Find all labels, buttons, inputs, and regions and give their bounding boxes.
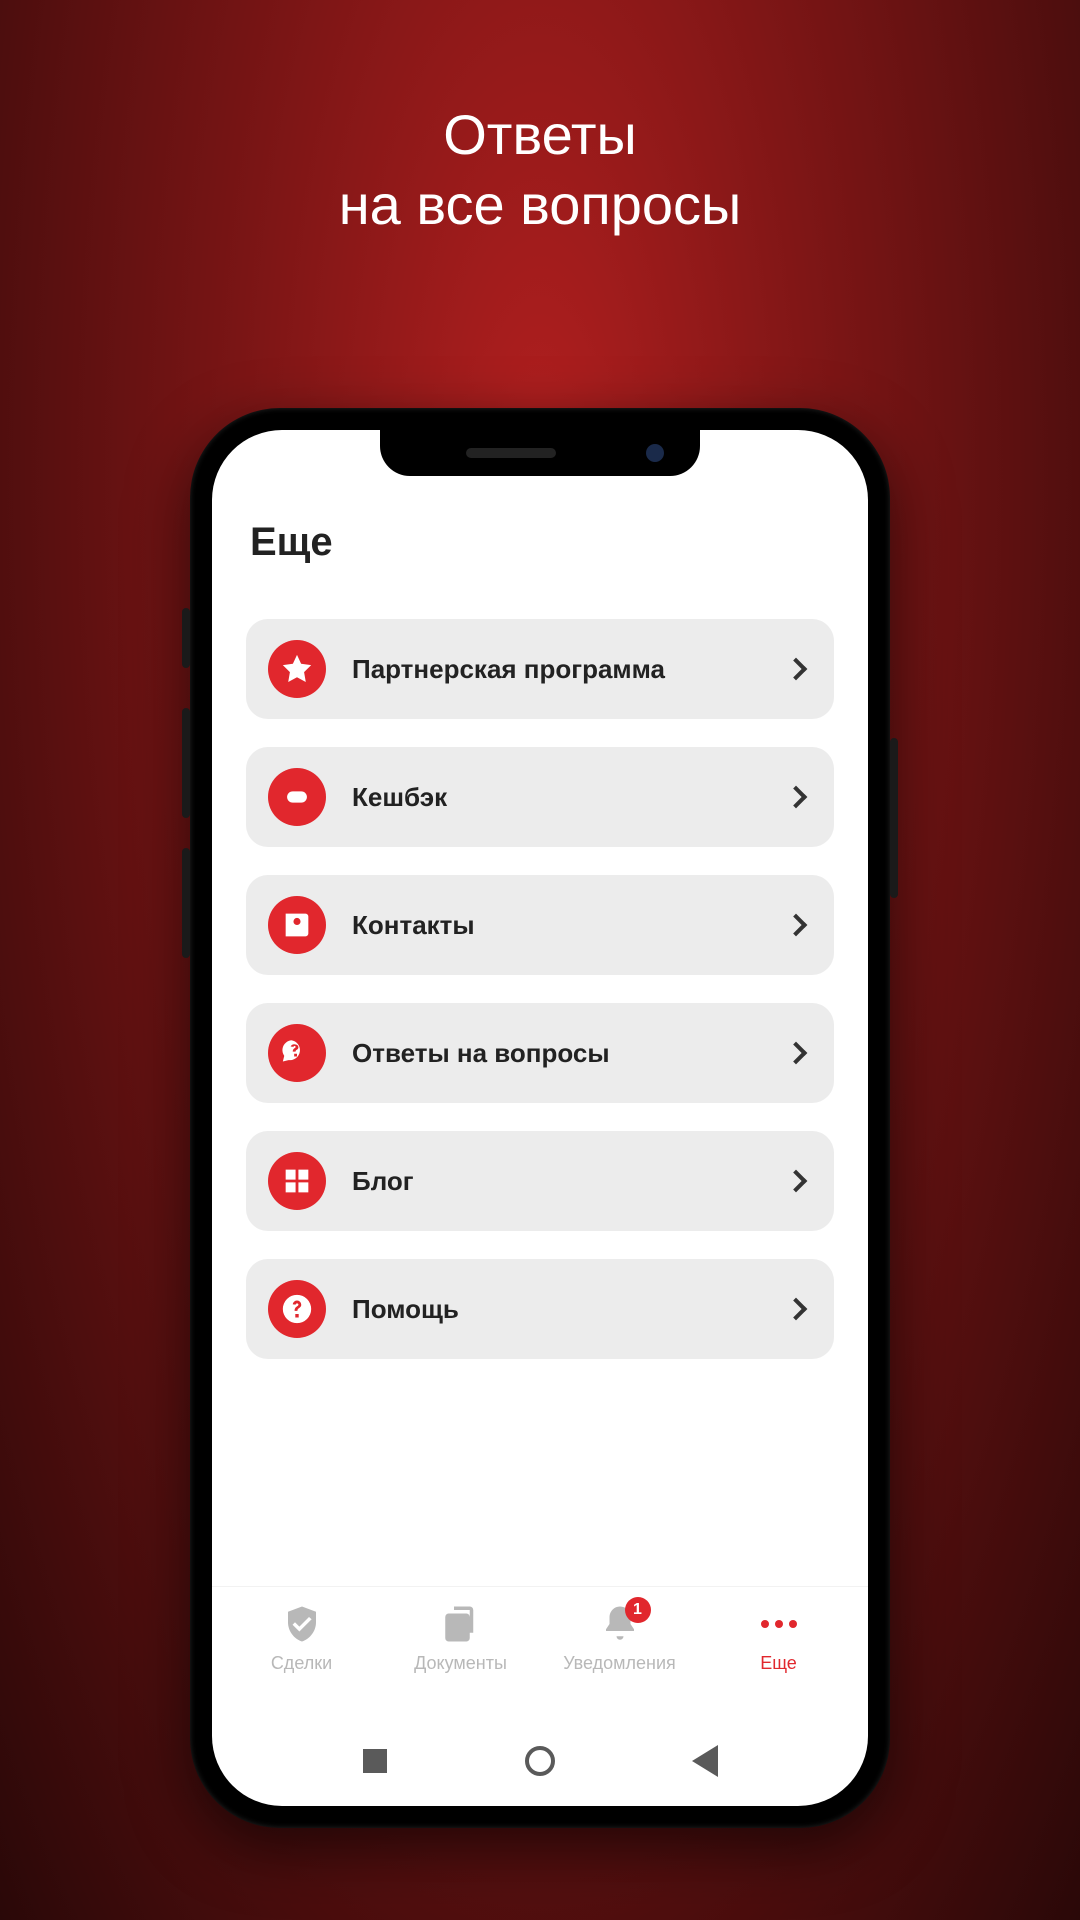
shield-icon — [281, 1603, 323, 1645]
tab-label: Уведомления — [563, 1653, 676, 1674]
page-title: Еще — [246, 520, 834, 565]
tab-label: Еще — [760, 1653, 797, 1674]
menu-item-label: Кешбэк — [352, 782, 788, 813]
menu-item-label: Помощь — [352, 1294, 788, 1325]
chevron-right-icon — [785, 786, 808, 809]
contacts-icon — [268, 896, 326, 954]
chevron-right-icon — [785, 1042, 808, 1065]
menu-item-label: Контакты — [352, 910, 788, 941]
tab-label: Сделки — [271, 1653, 332, 1674]
promo-line-2: на все вопросы — [0, 170, 1080, 240]
tab-deals[interactable]: Сделки — [222, 1597, 381, 1716]
tab-notifications[interactable]: 1 Уведомления — [540, 1597, 699, 1716]
chevron-right-icon — [785, 658, 808, 681]
app-content: Еще Партнерская программа Кешбэк — [212, 430, 868, 1586]
promo-headline: Ответы на все вопросы — [0, 100, 1080, 240]
phone-side-button — [182, 708, 190, 818]
phone-side-button — [890, 738, 898, 898]
tab-bar: Сделки Документы 1 Уведомления Еще — [212, 1586, 868, 1716]
help-icon — [268, 1280, 326, 1338]
faq-icon — [268, 1024, 326, 1082]
phone-notch — [380, 430, 700, 476]
phone-screen: Еще Партнерская программа Кешбэк — [212, 430, 868, 1806]
camera-icon — [646, 444, 664, 462]
bell-icon: 1 — [599, 1603, 641, 1645]
android-nav-bar — [212, 1716, 868, 1806]
chevron-right-icon — [785, 1298, 808, 1321]
menu-item-contacts[interactable]: Контакты — [246, 875, 834, 975]
tab-label: Документы — [414, 1653, 507, 1674]
more-icon — [758, 1603, 800, 1645]
cashback-icon — [268, 768, 326, 826]
promo-line-1: Ответы — [0, 100, 1080, 170]
menu-item-cashback[interactable]: Кешбэк — [246, 747, 834, 847]
menu-list: Партнерская программа Кешбэк Контакты — [246, 619, 834, 1359]
docs-icon — [440, 1603, 482, 1645]
android-back-button[interactable] — [687, 1743, 723, 1779]
menu-item-help[interactable]: Помощь — [246, 1259, 834, 1359]
menu-item-label: Ответы на вопросы — [352, 1038, 788, 1069]
tab-more[interactable]: Еще — [699, 1597, 858, 1716]
blog-icon — [268, 1152, 326, 1210]
menu-item-partner[interactable]: Партнерская программа — [246, 619, 834, 719]
notification-badge: 1 — [625, 1597, 651, 1623]
phone-frame: Еще Партнерская программа Кешбэк — [190, 408, 890, 1828]
speaker-icon — [466, 448, 556, 458]
star-icon — [268, 640, 326, 698]
android-home-button[interactable] — [522, 1743, 558, 1779]
phone-side-button — [182, 608, 190, 668]
menu-item-blog[interactable]: Блог — [246, 1131, 834, 1231]
menu-item-faq[interactable]: Ответы на вопросы — [246, 1003, 834, 1103]
chevron-right-icon — [785, 1170, 808, 1193]
android-recent-button[interactable] — [357, 1743, 393, 1779]
phone-side-button — [182, 848, 190, 958]
menu-item-label: Блог — [352, 1166, 788, 1197]
menu-item-label: Партнерская программа — [352, 654, 788, 685]
chevron-right-icon — [785, 914, 808, 937]
tab-documents[interactable]: Документы — [381, 1597, 540, 1716]
